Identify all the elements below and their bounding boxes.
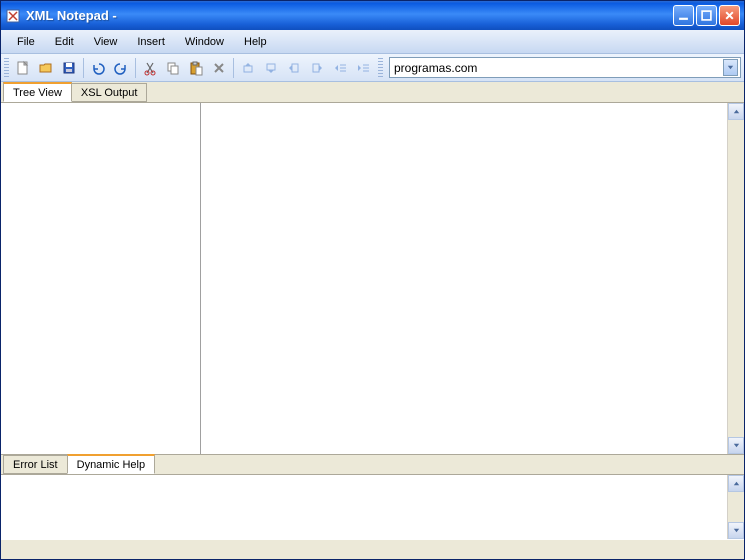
menu-window[interactable]: Window bbox=[175, 33, 234, 51]
address-box[interactable]: programas.com bbox=[389, 57, 741, 78]
vertical-scrollbar[interactable] bbox=[727, 103, 744, 454]
toolbar-grip-2[interactable] bbox=[378, 58, 383, 78]
nudge-right-icon[interactable] bbox=[306, 57, 328, 79]
nudge-down-icon[interactable] bbox=[260, 57, 282, 79]
nudge-up-icon[interactable] bbox=[237, 57, 259, 79]
window-title: XML Notepad - bbox=[26, 8, 673, 23]
new-file-icon[interactable] bbox=[12, 57, 34, 79]
address-text: programas.com bbox=[394, 61, 723, 75]
menu-file[interactable]: File bbox=[7, 33, 45, 51]
menu-bar: File Edit View Insert Window Help bbox=[1, 30, 744, 54]
app-icon bbox=[5, 8, 21, 24]
menu-view[interactable]: View bbox=[84, 33, 128, 51]
paste-icon[interactable] bbox=[185, 57, 207, 79]
toolbar: programas.com bbox=[1, 54, 744, 82]
title-bar: XML Notepad - bbox=[1, 1, 744, 30]
minimize-button[interactable] bbox=[673, 5, 694, 26]
close-button[interactable] bbox=[719, 5, 740, 26]
scroll-track[interactable] bbox=[728, 492, 744, 522]
scroll-down-icon[interactable] bbox=[728, 522, 744, 539]
menu-insert[interactable]: Insert bbox=[127, 33, 175, 51]
help-content[interactable] bbox=[1, 475, 727, 539]
top-tab-strip: Tree View XSL Output bbox=[1, 82, 744, 103]
toolbar-grip[interactable] bbox=[4, 58, 9, 78]
address-dropdown-icon[interactable] bbox=[723, 59, 738, 76]
copy-icon[interactable] bbox=[162, 57, 184, 79]
menu-edit[interactable]: Edit bbox=[45, 33, 84, 51]
main-area bbox=[1, 103, 744, 454]
maximize-button[interactable] bbox=[696, 5, 717, 26]
tab-dynamic-help[interactable]: Dynamic Help bbox=[67, 454, 155, 474]
menu-help[interactable]: Help bbox=[234, 33, 277, 51]
redo-icon[interactable] bbox=[110, 57, 132, 79]
scroll-track[interactable] bbox=[728, 120, 744, 437]
undo-icon[interactable] bbox=[87, 57, 109, 79]
tab-label: Tree View bbox=[13, 87, 62, 99]
tab-tree-view[interactable]: Tree View bbox=[3, 82, 72, 102]
scroll-down-icon[interactable] bbox=[728, 437, 744, 454]
tab-xsl-output[interactable]: XSL Output bbox=[71, 83, 147, 102]
scroll-up-icon[interactable] bbox=[728, 103, 744, 120]
open-file-icon[interactable] bbox=[35, 57, 57, 79]
content-inner[interactable] bbox=[201, 103, 727, 454]
tab-label: Dynamic Help bbox=[77, 459, 145, 471]
delete-icon[interactable] bbox=[208, 57, 230, 79]
scroll-up-icon[interactable] bbox=[728, 475, 744, 492]
bottom-panel bbox=[1, 475, 744, 539]
status-bar bbox=[1, 539, 744, 559]
outdent-icon[interactable] bbox=[329, 57, 351, 79]
tree-pane[interactable] bbox=[1, 103, 201, 454]
bottom-scrollbar[interactable] bbox=[727, 475, 744, 539]
content-pane bbox=[201, 103, 744, 454]
nudge-left-icon[interactable] bbox=[283, 57, 305, 79]
indent-icon[interactable] bbox=[352, 57, 374, 79]
save-file-icon[interactable] bbox=[58, 57, 80, 79]
tab-label: XSL Output bbox=[81, 87, 137, 99]
tab-error-list[interactable]: Error List bbox=[3, 455, 68, 474]
cut-icon[interactable] bbox=[139, 57, 161, 79]
bottom-tab-strip: Error List Dynamic Help bbox=[1, 454, 744, 475]
tab-label: Error List bbox=[13, 459, 58, 471]
